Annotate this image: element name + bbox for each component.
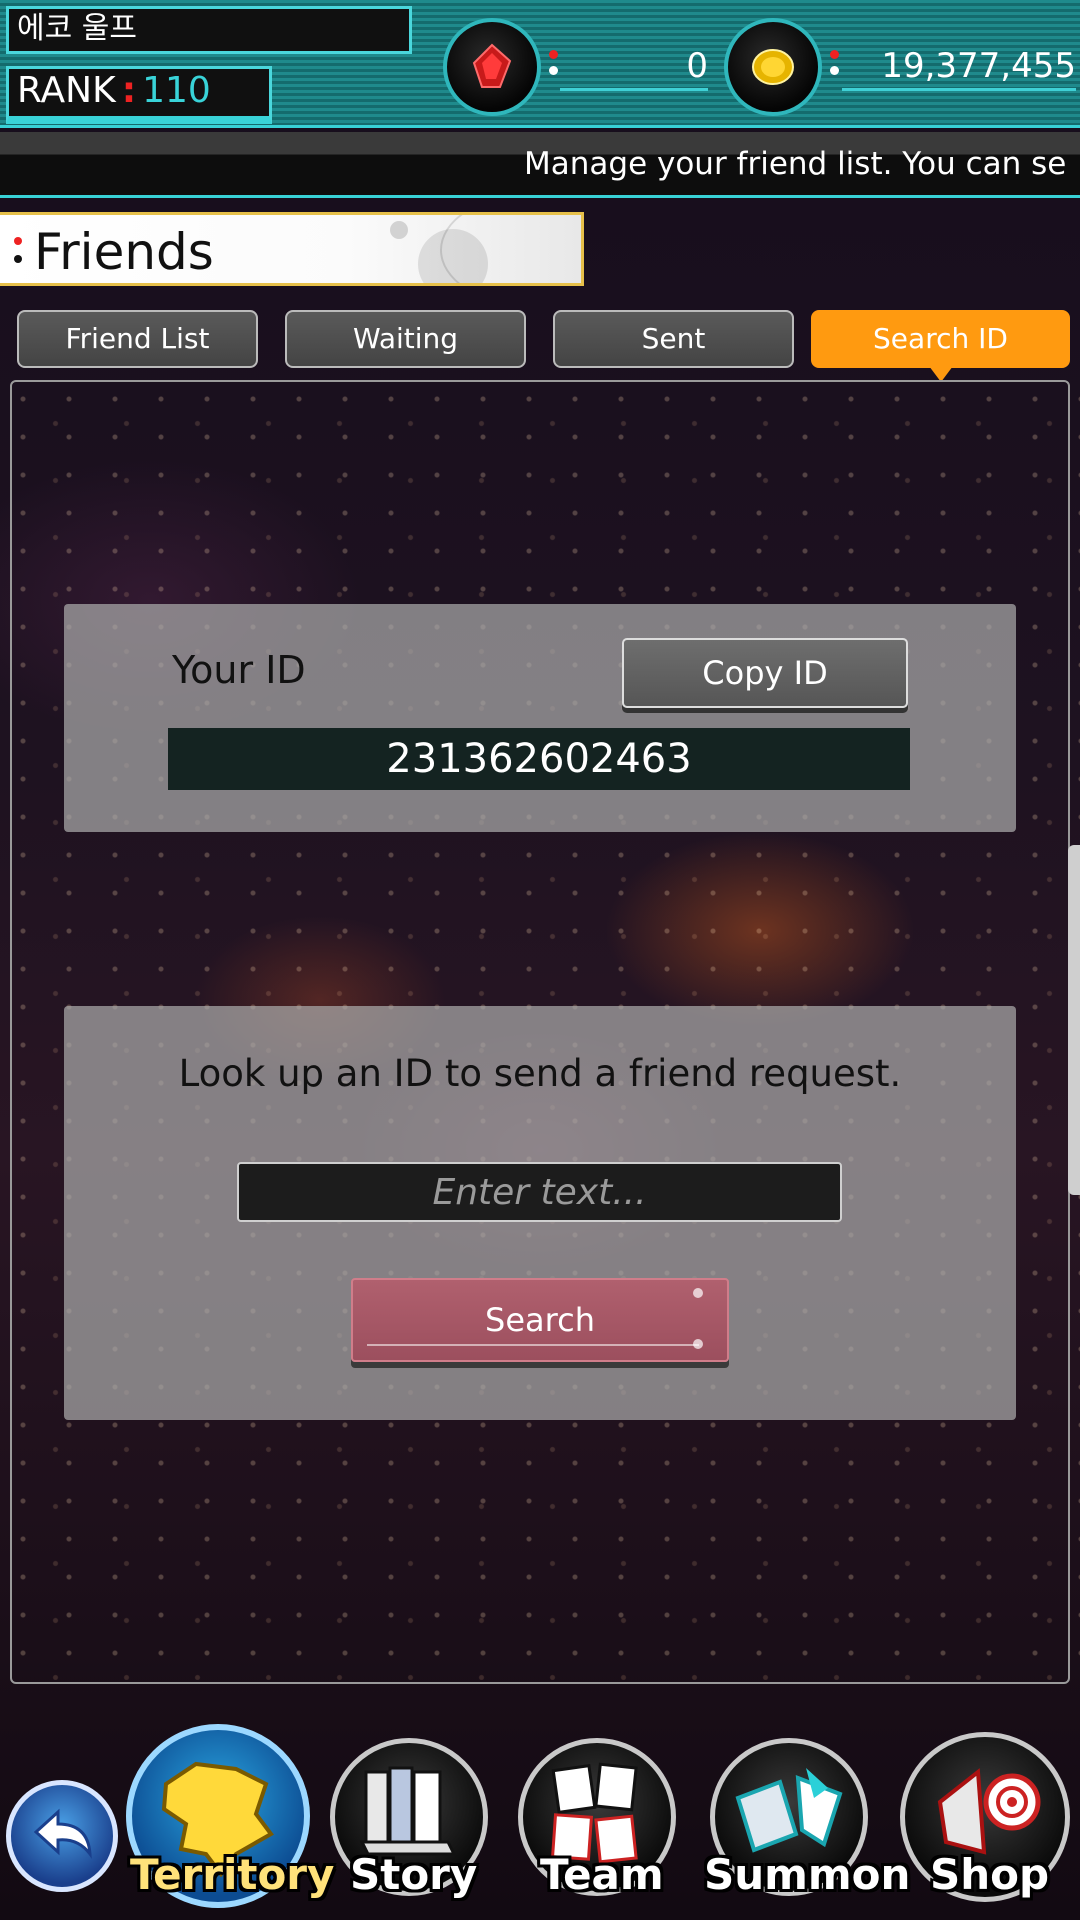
coin-underline — [842, 88, 1076, 91]
search-id-input[interactable] — [237, 1162, 842, 1222]
gem-underline — [560, 88, 708, 91]
nav-story-label: Story — [350, 1850, 478, 1899]
nav-shop-label: Shop — [930, 1850, 1050, 1899]
coin-icon-glyph — [752, 49, 794, 85]
tab-search-id[interactable]: Search ID — [811, 310, 1070, 382]
nav-territory-label: Territory — [130, 1850, 335, 1899]
rank-separator: : — [121, 70, 137, 111]
rank-value: 110 — [142, 70, 211, 111]
coin-count: 19,377,455 — [881, 46, 1076, 86]
nav-team-label: Team — [540, 1850, 664, 1899]
search-button-label: Search — [485, 1301, 595, 1339]
info-ticker: Manage your friend list. You can se — [0, 132, 1080, 198]
tab-sent[interactable]: Sent — [553, 310, 794, 368]
gem-separator — [549, 50, 559, 80]
gem-icon-glyph — [472, 43, 512, 88]
title-decoration — [390, 221, 408, 239]
coin-icon[interactable] — [724, 18, 822, 116]
your-id-label: Your ID — [172, 648, 306, 692]
copy-id-button[interactable]: Copy ID — [622, 638, 908, 708]
rank-label: RANK — [17, 70, 116, 111]
scrollbar[interactable] — [1068, 845, 1080, 1195]
button-decoration — [693, 1288, 703, 1298]
back-button[interactable] — [6, 1780, 118, 1892]
gem-icon[interactable] — [443, 18, 541, 116]
page-title-plate: Friends — [0, 212, 584, 286]
coin-separator — [830, 50, 840, 80]
button-decoration — [367, 1344, 699, 1346]
nav-summon-label: Summon — [704, 1850, 911, 1899]
ticker-text: Manage your friend list. You can se — [524, 146, 1067, 182]
search-button[interactable]: Search — [351, 1278, 729, 1362]
back-arrow-icon — [33, 1808, 92, 1859]
player-name: 에코 울프 — [6, 6, 412, 54]
gem-count: 0 — [686, 46, 708, 86]
rank-display: RANK:110 — [6, 66, 272, 124]
button-decoration — [693, 1339, 703, 1349]
search-prompt: Look up an ID to send a friend request. — [178, 1052, 902, 1095]
page-title: Friends — [34, 223, 214, 281]
top-hud: 에코 울프 RANK:110 0 19,377,455 — [0, 0, 1080, 128]
title-dots-icon — [14, 237, 22, 267]
user-id-value: 231362602463 — [168, 728, 910, 790]
tab-waiting[interactable]: Waiting — [285, 310, 526, 368]
tab-friend-list[interactable]: Friend List — [17, 310, 258, 368]
